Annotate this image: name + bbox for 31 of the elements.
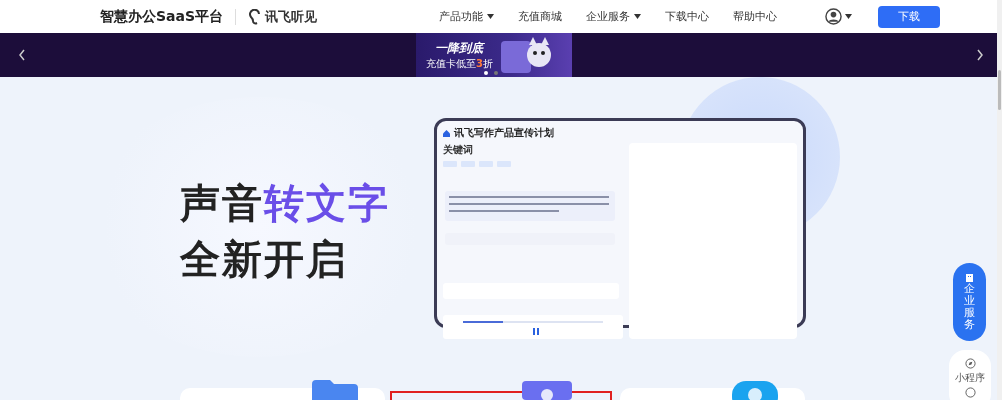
user-icon bbox=[732, 381, 778, 400]
mini-program-button[interactable]: 小程序 bbox=[949, 350, 991, 400]
enterprise-service-button[interactable]: 企业服务 bbox=[953, 263, 986, 341]
document-title: 讯飞写作产品宣传计划 bbox=[454, 126, 554, 140]
carousel-dot[interactable] bbox=[494, 71, 498, 75]
caret-icon bbox=[634, 14, 642, 19]
nav-link[interactable]: 下载中心 bbox=[653, 9, 722, 24]
nav-link[interactable]: 帮助中心 bbox=[721, 9, 790, 24]
promo-banner[interactable]: 一降到底 充值卡低至3折 bbox=[416, 33, 572, 77]
help-icon bbox=[964, 387, 976, 398]
brand-title: 智慧办公SaaS平台 bbox=[100, 7, 224, 26]
compass-icon bbox=[964, 358, 976, 369]
home-icon bbox=[443, 129, 450, 137]
building-icon bbox=[965, 272, 974, 282]
logo[interactable]: 讯飞听见 bbox=[248, 7, 318, 26]
folder-icon bbox=[312, 380, 358, 400]
promo-subline: 充值卡低至3折 bbox=[426, 56, 493, 71]
nav-link[interactable]: 企业服务 bbox=[574, 9, 654, 24]
user-menu[interactable] bbox=[825, 8, 853, 25]
download-button[interactable]: 下载 bbox=[878, 5, 941, 28]
caret-icon bbox=[487, 14, 495, 19]
nav-link[interactable]: 充值商城 bbox=[506, 9, 575, 24]
nav-link[interactable]: 产品功能 bbox=[427, 9, 507, 24]
carousel-dot[interactable] bbox=[484, 71, 488, 75]
avatar-icon bbox=[825, 8, 843, 25]
keywords-label: 关键词 bbox=[443, 143, 474, 157]
promo-headline: 一降到底 bbox=[435, 39, 484, 57]
hero-title: 声音转文字 全新开启 bbox=[180, 179, 390, 284]
caret-icon bbox=[845, 14, 853, 19]
scrollbar-thumb[interactable] bbox=[998, 70, 1001, 110]
ear-icon bbox=[248, 8, 263, 25]
